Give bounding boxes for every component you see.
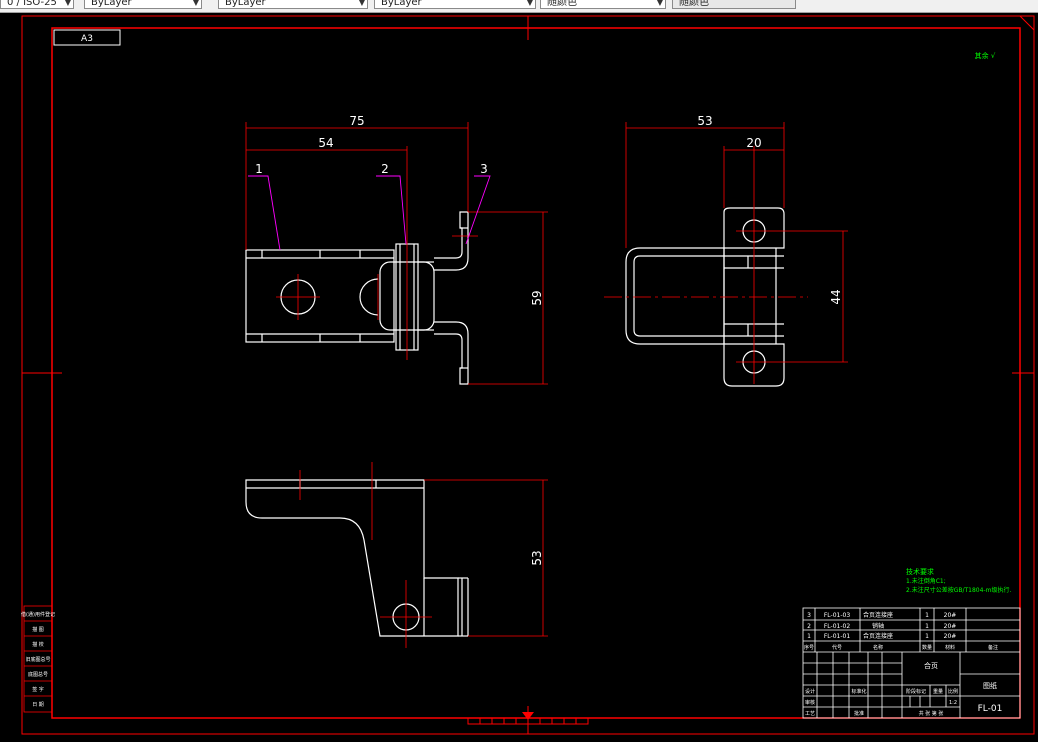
bom-row-material: 20#: [944, 612, 957, 619]
chevron-down-icon: ▼: [64, 0, 71, 7]
dim-front-overall: 75: [349, 114, 364, 128]
properties-toolbar: 0 / ISO-25 ▼ ByLayer ▼ ByLayer ▼ ByLayer…: [0, 0, 1038, 13]
bom-row-material: 20#: [944, 633, 957, 640]
front-hole-2: [359, 278, 379, 316]
lineweight-value: ByLayer: [381, 0, 422, 8]
dim-side-inner: 20: [746, 136, 761, 150]
lineweight-dropdown[interactable]: ByLayer ▼: [374, 0, 536, 9]
stage-label: 阶段标记: [906, 688, 926, 695]
bom-row-code: FL-01-02: [824, 623, 850, 630]
bom-header: 名称: [873, 644, 883, 651]
side-dimensions: [625, 122, 844, 362]
balloon-1: 1: [255, 162, 263, 176]
bom-row-name: 销轴: [872, 622, 884, 630]
bom-row-no: 3: [807, 612, 811, 619]
bom-row-no: 1: [807, 633, 811, 640]
bom-row-material: 20#: [944, 623, 957, 630]
title-block-text: 合页 图纸 FL-01 阶段标记 重量 比例 1:2 共 张 第 张 设计 标准…: [805, 661, 1002, 717]
cad-drawing: A3 其余 √ 75 54 59 1 2 3 53 20 44 53 技术要求 …: [21, 15, 1035, 735]
bom-table: 3 FL-01-03 合页连接座 1 20# 2 FL-01-02 销轴 1 2…: [804, 611, 998, 651]
left-strip-label: 旧底图总号: [25, 656, 50, 663]
dim-front-inner: 54: [318, 136, 333, 150]
bom-header: 代号: [832, 644, 842, 651]
left-strip-labels: 借(通)用件登记 描 图 描 校 旧底图总号 底图总号 签 字 日 期: [21, 611, 55, 708]
linetype-dropdown[interactable]: ByLayer ▼: [218, 0, 368, 9]
bom-header: 材料: [945, 644, 955, 651]
dim-front-height: 59: [530, 290, 544, 305]
color-dropdown[interactable]: ByLayer ▼: [84, 0, 202, 9]
bom-row-name: 合页连接座: [863, 611, 893, 619]
craft-label: 工艺: [805, 711, 815, 717]
designer-label: 设计: [805, 688, 815, 695]
size-label: A3: [81, 34, 93, 44]
chevron-down-icon: ▼: [192, 0, 199, 7]
chevron-down-icon: ▼: [656, 0, 663, 7]
front-view[interactable]: [245, 211, 469, 385]
color-value: ByLayer: [91, 0, 132, 8]
part-name: 合页: [924, 661, 938, 670]
front-dimensions: [245, 122, 548, 385]
roughness-note: 其余 √: [975, 51, 996, 60]
side-centerlines: [604, 146, 848, 384]
left-strip-label: 描 图: [32, 626, 44, 633]
drawing-number: FL-01: [978, 704, 1003, 714]
bom-header: 数量: [922, 644, 932, 651]
balloon-2: 2: [381, 162, 389, 176]
ratio-label: 比例: [948, 688, 958, 695]
leaders: [248, 175, 491, 251]
dim-side-height: 44: [829, 289, 843, 304]
chevron-down-icon: ▼: [358, 0, 365, 7]
plotstyle2-dropdown[interactable]: 随颜色: [672, 0, 796, 9]
left-strip-label: 底图总号: [28, 671, 48, 678]
review-label: 审核: [805, 699, 815, 706]
company-name: 图纸: [983, 681, 997, 690]
approve-label: 批准: [854, 710, 864, 717]
top-view[interactable]: [245, 479, 469, 637]
tech-req-title: 技术要求: [906, 567, 934, 576]
scale-value: 1:2: [949, 700, 957, 706]
bom-header: 序号: [804, 644, 814, 651]
chevron-down-icon: ▼: [526, 0, 533, 7]
layer-dropdown[interactable]: 0 / ISO-25 ▼: [0, 0, 74, 9]
bom-row-code: FL-01-03: [824, 612, 850, 619]
bom-row-code: FL-01-01: [824, 633, 850, 640]
orientation-mark: [522, 712, 534, 720]
bom-row-no: 2: [807, 623, 811, 630]
linetype-value: ByLayer: [225, 0, 266, 8]
bom-header: 备注: [988, 644, 998, 651]
drawing-canvas[interactable]: A3 其余 √ 75 54 59 1 2 3 53 20 44 53 技术要求 …: [0, 13, 1038, 738]
front-centerlines: [276, 224, 478, 360]
balloon-3: 3: [480, 162, 488, 176]
bom-row-qty: 1: [925, 633, 929, 640]
bom-row-qty: 1: [925, 612, 929, 619]
tech-req-line2: 2.未注尺寸公差按GB/T1804-m级执行.: [906, 586, 1011, 594]
left-strip-label: 描 校: [32, 641, 44, 648]
tech-req-line1: 1.未注倒角C1;: [906, 577, 946, 585]
weight-label: 重量: [933, 688, 943, 695]
front-body: [245, 249, 395, 343]
layer-value: 0 / ISO-25: [7, 0, 57, 8]
dim-top-height: 53: [530, 550, 544, 565]
plotstyle2-value: 随颜色: [679, 0, 709, 8]
plotstyle-value: 随颜色: [547, 0, 577, 8]
bom-row-qty: 1: [925, 623, 929, 630]
bom-row-name: 合页连接座: [863, 632, 893, 640]
plotstyle-dropdown[interactable]: 随颜色 ▼: [540, 0, 666, 9]
left-strip-label: 借(通)用件登记: [21, 611, 55, 618]
left-strip-label: 签 字: [32, 686, 44, 693]
standard-label: 标准化: [851, 688, 866, 695]
left-strip-label: 日 期: [32, 702, 44, 708]
dim-side-overall: 53: [697, 114, 712, 128]
corner-mark: [1019, 15, 1035, 31]
sheet-info: 共 张 第 张: [919, 710, 944, 717]
